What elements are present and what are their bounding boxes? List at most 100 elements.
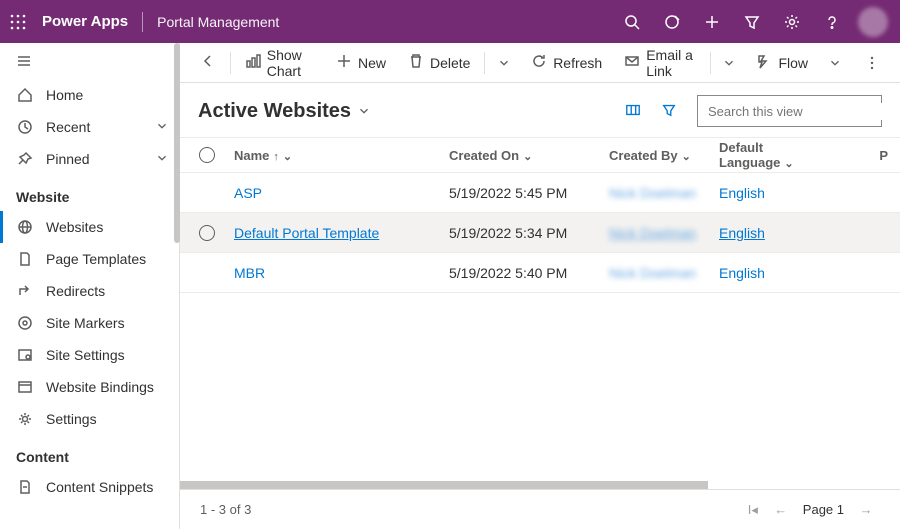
nav-pinned[interactable]: Pinned [0, 143, 179, 175]
back-button[interactable] [190, 47, 226, 79]
nav-label: Content Snippets [46, 479, 153, 495]
prev-page-button[interactable]: ← [767, 496, 795, 524]
nav-site-settings[interactable]: Site Settings [0, 339, 179, 371]
help-icon[interactable] [812, 0, 852, 43]
delete-split-button[interactable] [489, 47, 519, 79]
filter-funnel-icon[interactable] [661, 102, 677, 121]
nav-label: Recent [46, 119, 90, 135]
brand-separator [142, 12, 143, 32]
nav-label: Redirects [46, 283, 105, 299]
app-launcher-icon[interactable] [8, 12, 28, 32]
view-title[interactable]: Active Websites [198, 100, 371, 123]
nav-label: Page Templates [46, 251, 146, 267]
globe-icon [16, 219, 34, 235]
button-label: Delete [430, 55, 470, 71]
assistant-icon[interactable] [652, 0, 692, 43]
row-name-link[interactable]: ASP [234, 185, 262, 201]
nav-recent[interactable]: Recent [0, 111, 179, 143]
grid-footer: 1 - 3 of 3 I◂ ← Page 1 → [180, 489, 900, 529]
brand-name: Power Apps [42, 13, 128, 30]
sidebar: Home Recent Pinned Website Websites Page… [0, 43, 180, 529]
flow-split-button[interactable] [820, 47, 850, 79]
nav-page-templates[interactable]: Page Templates [0, 243, 179, 275]
new-button[interactable]: New [326, 47, 396, 79]
chevron-down-icon [155, 151, 169, 168]
table-row[interactable]: MBR 5/19/2022 5:40 PM Nick Doelman Engli… [180, 253, 900, 293]
search-input[interactable] [706, 103, 886, 120]
nav-label: Pinned [46, 151, 90, 167]
settings-gear-icon[interactable] [772, 0, 812, 43]
select-all-checkbox[interactable] [199, 147, 215, 163]
column-header-name[interactable]: Name↑⌄ [234, 148, 449, 163]
command-bar: Show Chart New Delete Refresh Email a Li… [180, 43, 900, 83]
view-header: Active Websites [180, 83, 900, 137]
section-header-content: Content [0, 435, 179, 471]
nav-home[interactable]: Home [0, 79, 179, 111]
page-icon [16, 251, 34, 267]
home-icon [16, 87, 34, 103]
cell-language[interactable]: English [719, 185, 765, 201]
filter-icon[interactable] [732, 0, 772, 43]
button-label: Show Chart [267, 47, 314, 79]
row-name-link[interactable]: MBR [234, 265, 265, 281]
row-checkbox[interactable] [199, 225, 215, 241]
add-icon[interactable] [692, 0, 732, 43]
avatar[interactable] [858, 7, 888, 37]
marker-icon [16, 315, 34, 331]
grid-header-row: Name↑⌄ Created On⌄ Created By⌄ Default L… [180, 137, 900, 173]
cell-created-on: 5/19/2022 5:40 PM [449, 265, 609, 281]
cell-created-on: 5/19/2022 5:45 PM [449, 185, 609, 201]
section-header-website: Website [0, 175, 179, 211]
refresh-button[interactable]: Refresh [521, 47, 612, 79]
table-row[interactable]: Default Portal Template 5/19/2022 5:34 P… [180, 213, 900, 253]
data-grid: Name↑⌄ Created On⌄ Created By⌄ Default L… [180, 137, 900, 481]
nav-label: Home [46, 87, 83, 103]
button-label: Refresh [553, 55, 602, 71]
nav-label: Website Bindings [46, 379, 154, 395]
row-name-link[interactable]: Default Portal Template [234, 225, 379, 241]
overflow-button[interactable] [854, 47, 890, 79]
nav-label: Site Markers [46, 315, 125, 331]
email-link-button[interactable]: Email a Link [614, 47, 706, 79]
collapse-nav-button[interactable] [0, 43, 179, 79]
top-app-bar: Power Apps Portal Management [0, 0, 900, 43]
email-split-button[interactable] [714, 47, 744, 79]
column-header-overflow[interactable]: P [829, 148, 900, 163]
button-label: New [358, 55, 386, 71]
button-label: Email a Link [646, 47, 696, 79]
column-header-created-on[interactable]: Created On⌄ [449, 148, 609, 163]
show-chart-button[interactable]: Show Chart [235, 47, 324, 79]
pin-icon [16, 151, 34, 167]
nav-label: Site Settings [46, 347, 125, 363]
nav-redirects[interactable]: Redirects [0, 275, 179, 307]
page-indicator: Page 1 [803, 502, 844, 517]
horizontal-scrollbar-track[interactable] [180, 481, 900, 489]
nav-content-snippets[interactable]: Content Snippets [0, 471, 179, 503]
first-page-button[interactable]: I◂ [739, 496, 767, 524]
nav-site-markers[interactable]: Site Markers [0, 307, 179, 339]
nav-label: Settings [46, 411, 97, 427]
column-header-created-by[interactable]: Created By⌄ [609, 148, 719, 163]
delete-button[interactable]: Delete [398, 47, 480, 79]
nav-websites[interactable]: Websites [0, 211, 179, 243]
column-header-language[interactable]: Default Language⌄ [719, 140, 829, 170]
edit-columns-icon[interactable] [625, 102, 641, 121]
cell-created-by: Nick Doelman [609, 265, 696, 281]
button-label: Flow [778, 55, 808, 71]
table-row[interactable]: ASP 5/19/2022 5:45 PM Nick Doelman Engli… [180, 173, 900, 213]
search-icon[interactable] [612, 0, 652, 43]
search-box[interactable] [697, 95, 882, 127]
nav-settings[interactable]: Settings [0, 403, 179, 435]
clock-icon [16, 119, 34, 135]
next-page-button[interactable]: → [852, 496, 880, 524]
record-count: 1 - 3 of 3 [200, 502, 251, 517]
horizontal-scrollbar-thumb[interactable] [180, 481, 708, 489]
cell-language[interactable]: English [719, 225, 765, 241]
sidebar-scrollbar[interactable] [174, 43, 180, 243]
cell-created-by: Nick Doelman [609, 185, 696, 201]
nav-website-bindings[interactable]: Website Bindings [0, 371, 179, 403]
snippet-icon [16, 479, 34, 495]
gear-icon [16, 411, 34, 427]
flow-button[interactable]: Flow [746, 47, 818, 79]
cell-language[interactable]: English [719, 265, 765, 281]
